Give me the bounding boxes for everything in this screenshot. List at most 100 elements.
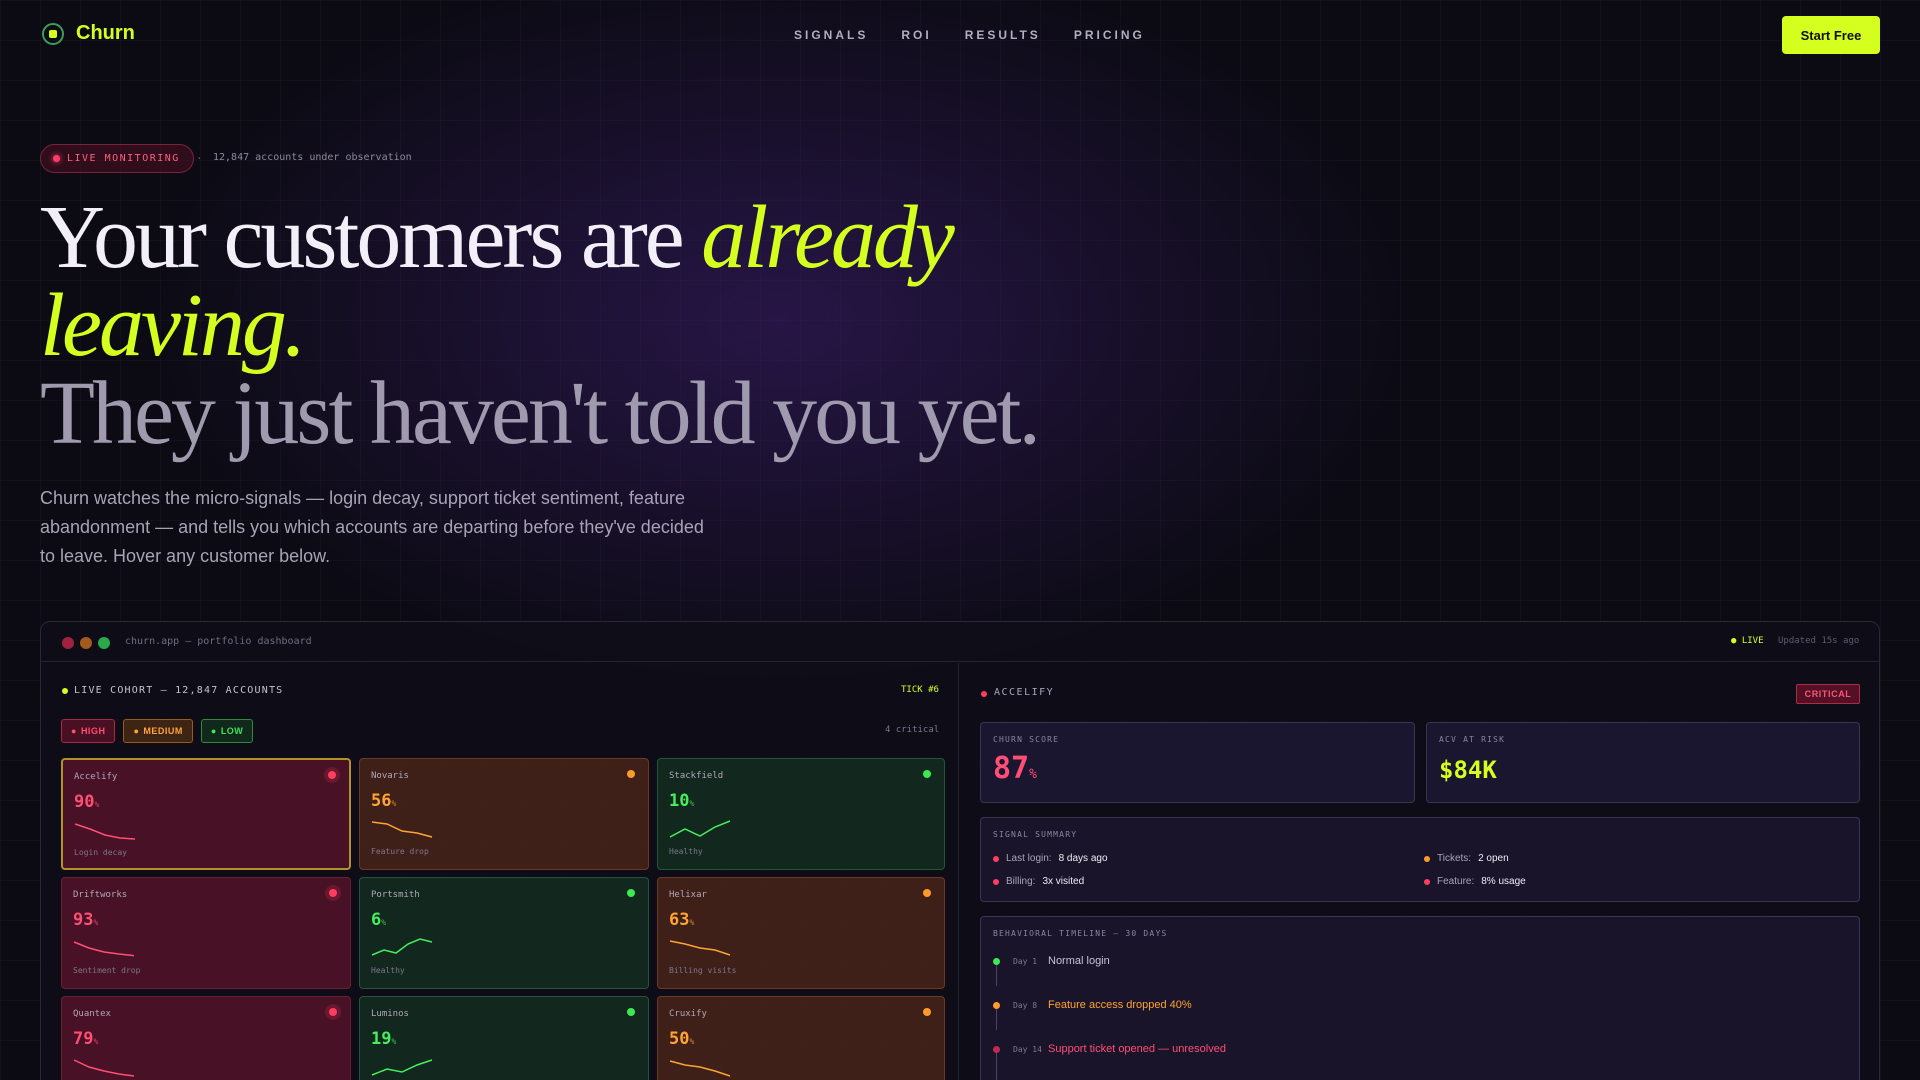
signal-label: Billing: — [1006, 876, 1036, 887]
score-number: 10 — [669, 791, 690, 811]
score-number: 93 — [73, 910, 94, 930]
brand-name: Churn — [76, 22, 135, 44]
customer-score: 10% — [669, 791, 694, 811]
customer-score: 19% — [371, 1029, 396, 1049]
nav-link-results[interactable]: RESULTS — [965, 28, 1041, 42]
trend-sparkline — [669, 1060, 731, 1077]
filter-low-label: LOW — [220, 726, 244, 736]
cohort-pane: LIVE COHORT — 12,847 ACCOUNTS TICK #6 ● H… — [41, 663, 959, 1080]
risk-dot-icon — [328, 771, 336, 779]
signal-summary: SIGNAL SUMMARY Last login: 8 days ago Tic… — [980, 817, 1860, 902]
score-unit: % — [689, 1037, 695, 1046]
customer-card[interactable]: Accelify 90% Login decay — [61, 758, 351, 870]
event-text: Feature access dropped 40% — [1048, 999, 1192, 1011]
event-day: Day 8 — [1013, 1000, 1038, 1010]
event-text: Normal login — [1048, 955, 1110, 967]
logo-icon — [42, 22, 64, 45]
score-number: 56 — [371, 791, 392, 811]
signal-value: 8 days ago — [1058, 853, 1108, 864]
customer-name: Portsmith — [371, 890, 420, 900]
customer-grid: Accelify 90% Login decay Novaris 56% Feature … — [61, 758, 945, 1080]
customer-card[interactable]: Novaris 56% Feature drop — [359, 758, 649, 870]
timeline-event: Day 8 Feature access dropped 40% — [993, 999, 1192, 1011]
live-indicator: ● LIVE — [1731, 636, 1764, 646]
customer-card[interactable]: Luminos 19% — [359, 996, 649, 1080]
signal-label: Last login: — [1006, 853, 1052, 864]
sparkline-path — [371, 821, 433, 838]
live-monitoring-pill: LIVE MONITORING — [40, 144, 194, 173]
sparkline-path — [371, 1059, 433, 1076]
customer-card[interactable]: Cruxify 50% — [657, 996, 945, 1080]
timeline-connector — [996, 1008, 997, 1030]
score-unit: % — [94, 800, 100, 809]
score-unit: % — [93, 918, 99, 927]
top-nav: Churn SIGNALS ROI RESULTS PRICING Start … — [0, 0, 1920, 70]
live-monitoring-label: LIVE MONITORING — [67, 153, 180, 164]
trend-sparkline — [669, 940, 731, 956]
churn-score-label: CHURN SCORE — [993, 735, 1060, 744]
signal-label: Tickets: — [1437, 853, 1472, 864]
timeline-connector — [996, 964, 997, 986]
signal-value: 3x visited — [1042, 876, 1085, 887]
signal-feature: Feature: 8% usage — [1424, 876, 1526, 887]
customer-card[interactable]: Quantex 79% — [61, 996, 351, 1080]
risk-dot-icon — [627, 770, 635, 778]
customer-score: 90% — [74, 792, 99, 812]
event-day: Day 1 — [1013, 956, 1038, 966]
event-text: Support ticket opened — unresolved — [1048, 1043, 1226, 1055]
risk-dot-icon — [627, 1008, 635, 1016]
filter-medium-button[interactable]: ● MEDIUM — [123, 719, 193, 743]
score-unit: % — [391, 799, 397, 808]
customer-card[interactable]: Stackfield 10% Healthy — [657, 758, 945, 870]
acv-at-risk-card: ACV AT RISK $84K — [1426, 722, 1860, 803]
acv-value: $84K — [1439, 756, 1497, 784]
churn-score-unit: % — [1029, 767, 1037, 782]
start-free-button[interactable]: Start Free — [1782, 16, 1880, 54]
filter-low-button[interactable]: ● LOW — [200, 719, 254, 743]
customer-signal-note: Billing visits — [669, 966, 737, 975]
customer-score: 93% — [73, 910, 98, 930]
customer-score: 63% — [669, 910, 694, 930]
timeline-event: Day 1 Normal login — [993, 955, 1110, 967]
filter-high-button[interactable]: ● HIGH — [61, 719, 116, 743]
score-unit: % — [93, 1037, 99, 1046]
trend-sparkline — [371, 821, 433, 838]
customer-score: 56% — [371, 791, 396, 811]
sparkline-path — [669, 940, 731, 956]
risk-dot-icon — [329, 1008, 337, 1016]
signal-dot-icon — [993, 855, 999, 862]
event-day: Day 14 — [1013, 1044, 1042, 1054]
filter-dot-icon: ● — [210, 726, 217, 736]
churn-score-card: CHURN SCORE 87% — [980, 722, 1415, 803]
customer-signal-note: Sentiment drop — [73, 966, 141, 975]
score-number: 19 — [371, 1029, 392, 1049]
live-dot-icon — [53, 155, 60, 162]
customer-name: Cruxify — [669, 1009, 707, 1019]
sparkline-path — [669, 820, 731, 838]
score-number: 6 — [371, 910, 382, 930]
nav-link-signals[interactable]: SIGNALS — [794, 28, 868, 42]
customer-card[interactable]: Helixar 63% Billing visits — [657, 877, 945, 989]
hero-subtitle: Churn watches the micro-signals — login … — [40, 488, 704, 566]
signal-tickets: Tickets: 2 open — [1424, 853, 1509, 864]
brand[interactable]: Churn — [42, 22, 135, 45]
acv-label: ACV AT RISK — [1439, 735, 1506, 744]
sparkline-path — [73, 941, 135, 957]
customer-card[interactable]: Driftworks 93% Sentiment drop — [61, 877, 351, 989]
score-unit: % — [391, 1037, 397, 1046]
trend-sparkline — [74, 823, 136, 840]
timeline-event: Day 14 Support ticket opened — unresolved — [993, 1043, 1226, 1055]
account-status-dot-icon — [981, 691, 987, 697]
dashboard-window: churn.app — portfolio dashboard ● LIVE U… — [40, 621, 1880, 1080]
customer-card[interactable]: Portsmith 6% Healthy — [359, 877, 649, 989]
customer-signal-note: Healthy — [669, 847, 703, 856]
signal-value: 2 open — [1478, 853, 1509, 864]
signal-dot-icon — [1424, 878, 1430, 885]
nav-link-roi[interactable]: ROI — [901, 28, 931, 42]
window-titlebar: churn.app — portfolio dashboard ● LIVE U… — [41, 622, 1879, 662]
signal-dot-icon — [1424, 855, 1430, 862]
customer-name: Luminos — [371, 1009, 409, 1019]
nav-link-pricing[interactable]: PRICING — [1074, 28, 1145, 42]
customer-name: Novaris — [371, 771, 409, 781]
churn-score-number: 87 — [993, 751, 1030, 786]
